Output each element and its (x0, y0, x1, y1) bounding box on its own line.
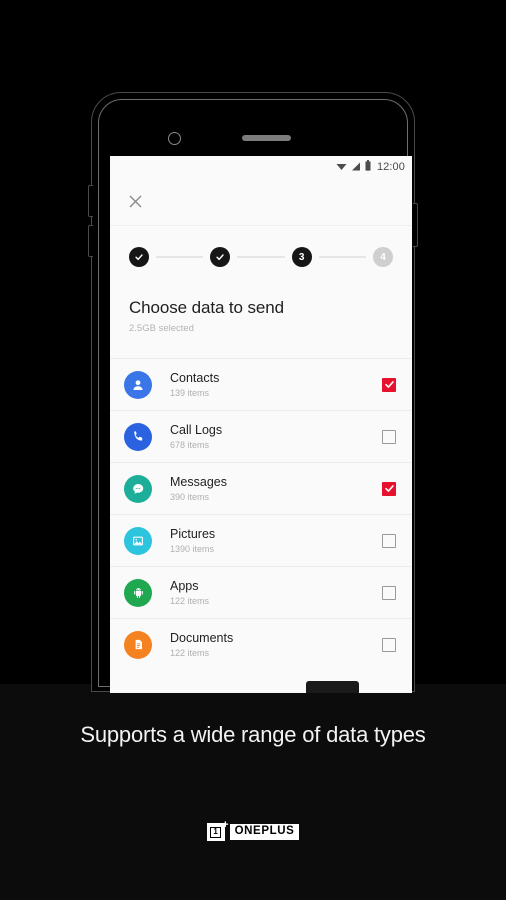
list-item-count: 390 items (170, 492, 210, 502)
list-item-contacts[interactable]: Contacts 139 items (110, 358, 412, 410)
stepper-step-3[interactable]: 3 (291, 247, 312, 267)
close-icon[interactable] (124, 191, 146, 213)
picture-icon (124, 526, 152, 555)
signal-icon (351, 158, 361, 176)
list-item-text: Documents 122 items (170, 631, 382, 658)
volume-up-button[interactable] (88, 185, 93, 217)
list-item-count: 139 items (170, 388, 210, 398)
stepper-step-1[interactable] (129, 247, 149, 267)
check-icon (384, 381, 394, 388)
checkbox-apps[interactable] (382, 585, 396, 600)
phone-screen: 12:00 3 4 Choose data to send 2.5GB sele… (110, 156, 412, 693)
list-item-call-logs[interactable]: Call Logs 678 items (110, 410, 412, 462)
list-item-pictures[interactable]: Pictures 1390 items (110, 514, 412, 566)
front-camera-icon (168, 132, 181, 145)
selection-summary: 2.5GB selected (129, 323, 194, 334)
list-item-label: Call Logs (170, 423, 223, 437)
power-button[interactable] (413, 203, 418, 247)
list-item-text: Contacts 139 items (170, 371, 382, 398)
message-icon (124, 474, 152, 503)
caption-band (0, 684, 506, 900)
data-type-list: Contacts 139 items Call Logs 678 items M… (110, 358, 412, 670)
list-item-count: 122 items (170, 648, 210, 658)
check-icon (135, 254, 143, 261)
promo-stage: 12:00 3 4 Choose data to send 2.5GB sele… (0, 0, 506, 900)
list-item-label: Messages (170, 475, 227, 489)
wifi-icon (336, 158, 347, 176)
list-item-label: Apps (170, 579, 199, 593)
list-item-count: 678 items (170, 440, 210, 450)
phone-icon (124, 422, 152, 451)
app-bar (110, 178, 412, 226)
checkbox-contacts[interactable] (382, 377, 396, 392)
checkbox-call-logs[interactable] (382, 429, 396, 444)
check-icon (216, 254, 225, 261)
page-title: Choose data to send (129, 298, 284, 317)
checkbox-pictures[interactable] (382, 533, 396, 548)
phone-bezel: 12:00 3 4 Choose data to send 2.5GB sele… (98, 99, 412, 693)
stepper-step-2[interactable] (210, 247, 231, 267)
status-bar-clock: 12:00 (376, 161, 405, 173)
primary-action-button[interactable] (306, 681, 359, 693)
stepper-step-4[interactable]: 4 (372, 247, 393, 267)
document-icon (124, 630, 152, 659)
battery-icon (365, 158, 371, 176)
list-item-label: Documents (170, 631, 234, 645)
list-item-text: Pictures 1390 items (170, 527, 382, 554)
list-item-documents[interactable]: Documents 122 items (110, 618, 412, 670)
list-item-count: 122 items (170, 596, 210, 606)
oneplus-plus-glyph: + (222, 819, 229, 831)
checkbox-messages[interactable] (382, 481, 396, 496)
status-bar: 12:00 (110, 156, 412, 178)
stepper-connector-2 (237, 256, 285, 258)
volume-down-button[interactable] (88, 225, 93, 257)
list-item-text: Apps 122 items (170, 579, 382, 606)
list-item-label: Contacts (170, 371, 220, 385)
list-item-apps[interactable]: Apps 122 items (110, 566, 412, 618)
oneplus-wordmark: ONEPLUS (229, 823, 300, 841)
list-item-text: Call Logs 678 items (170, 423, 382, 450)
promo-caption: Supports a wide range of data types (80, 722, 426, 747)
oneplus-mark-icon: 1 + (206, 819, 229, 841)
progress-stepper: 3 4 (110, 226, 412, 288)
android-icon (124, 578, 152, 607)
list-item-count: 1390 items (170, 544, 215, 554)
list-item-messages[interactable]: Messages 390 items (110, 462, 412, 514)
checkbox-documents[interactable] (382, 637, 396, 652)
list-item-text: Messages 390 items (170, 475, 382, 502)
stepper-connector-3 (318, 256, 366, 258)
contact-icon (124, 370, 152, 399)
check-icon (384, 485, 394, 492)
list-item-label: Pictures (170, 527, 216, 541)
header-block: Choose data to send 2.5GB selected (110, 288, 412, 334)
phone-device-frame: 12:00 3 4 Choose data to send 2.5GB sele… (88, 92, 418, 693)
stepper-connector-1 (156, 256, 204, 258)
earpiece-speaker-icon (242, 135, 291, 141)
oneplus-digit: 1 (210, 826, 222, 838)
oneplus-logo: 1 + ONEPLUS (0, 819, 506, 841)
